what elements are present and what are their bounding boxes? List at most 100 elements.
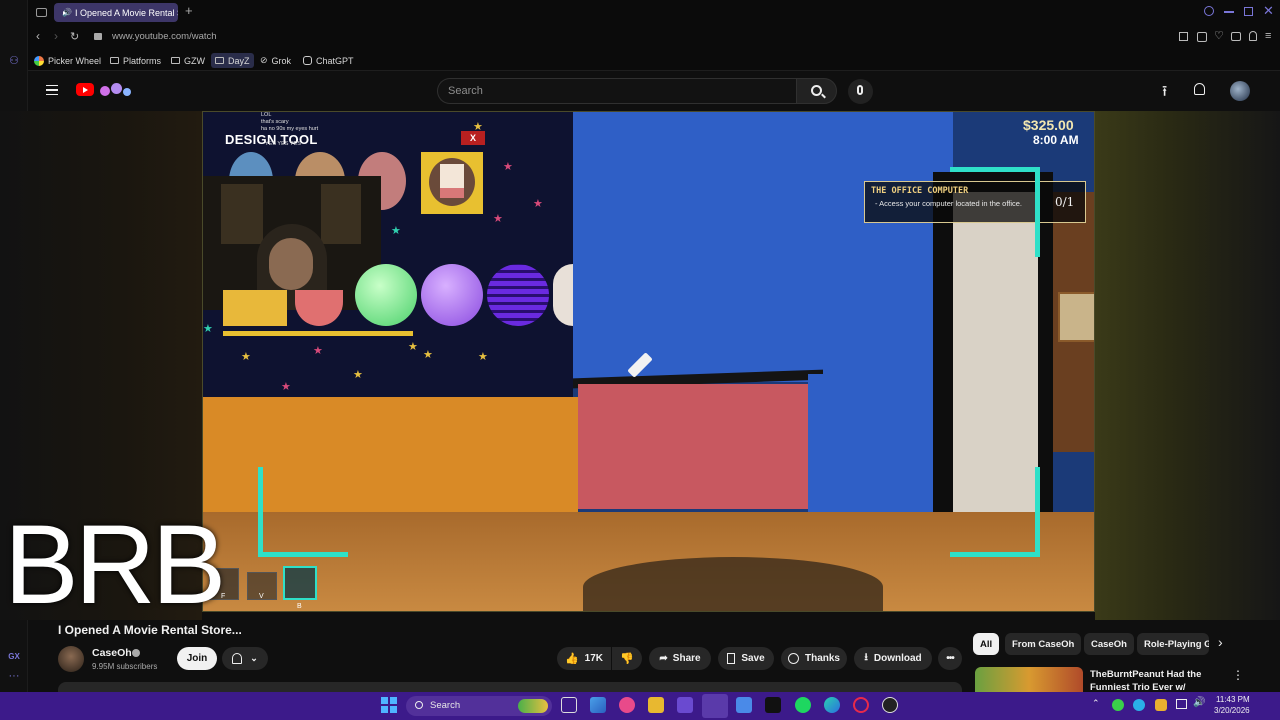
tray-app-icon[interactable] bbox=[1133, 699, 1145, 711]
menu-icon[interactable]: ≡ bbox=[1265, 30, 1271, 42]
picker-wheel-icon bbox=[34, 55, 44, 66]
material-swatch[interactable] bbox=[223, 290, 287, 326]
more-actions-button[interactable]: ••• bbox=[938, 647, 962, 670]
chip-role-playing[interactable]: Role-Playing G bbox=[1137, 633, 1209, 655]
search-input[interactable] bbox=[448, 85, 778, 97]
search-box bbox=[437, 78, 796, 104]
clock-date[interactable]: 3/20/2026 bbox=[1214, 706, 1250, 715]
recommended-title[interactable]: TheBurntPeanut Had the Funniest Trio Eve… bbox=[1090, 668, 1220, 692]
calculator-icon[interactable] bbox=[677, 697, 693, 713]
tray-app-icon[interactable] bbox=[1112, 699, 1124, 711]
minimize-button[interactable] bbox=[1224, 11, 1234, 13]
like-button[interactable]: 👍 17K bbox=[557, 647, 611, 670]
obs-icon[interactable] bbox=[882, 697, 898, 713]
microphone-icon bbox=[857, 85, 863, 95]
notifications-bell-icon[interactable] bbox=[1194, 83, 1205, 95]
spotify-icon[interactable] bbox=[795, 697, 811, 713]
bookmark-gzw[interactable]: GZW bbox=[171, 53, 205, 68]
volume-icon[interactable]: 🔊 bbox=[1193, 697, 1205, 708]
download-icon: ⭳ bbox=[864, 652, 868, 663]
account-avatar[interactable] bbox=[1230, 81, 1250, 101]
hamburger-menu-icon[interactable] bbox=[46, 85, 58, 95]
save-button[interactable]: Save bbox=[718, 647, 774, 670]
profile-icon[interactable] bbox=[1249, 31, 1257, 41]
url-field[interactable]: www.youtube.com/watch bbox=[112, 31, 217, 42]
recommended-more-icon[interactable]: ⋮ bbox=[1232, 668, 1244, 682]
youtube-logo-icon[interactable] bbox=[76, 83, 94, 96]
sidebar-gx-label[interactable]: GX bbox=[0, 652, 28, 661]
tab-title: I Opened A Movie Rental Store bbox=[74, 7, 178, 18]
capcut-icon[interactable] bbox=[765, 697, 781, 713]
channel-name[interactable]: CaseOh bbox=[92, 647, 132, 659]
dislike-button[interactable]: 👎 bbox=[612, 647, 642, 670]
thumbs-down-icon: 👎 bbox=[620, 653, 634, 665]
folder-icon bbox=[215, 57, 224, 64]
share-button[interactable]: ➦ Share bbox=[649, 647, 711, 670]
join-button[interactable]: Join bbox=[177, 647, 217, 670]
bookmark-dayz[interactable]: DayZ bbox=[211, 53, 254, 68]
recommended-thumbnail[interactable] bbox=[975, 667, 1083, 692]
youtube-doodle-icon[interactable] bbox=[98, 82, 134, 98]
hotbar-slot-v[interactable]: V bbox=[247, 572, 277, 600]
terminal-icon-active[interactable] bbox=[702, 694, 728, 718]
adblock-icon[interactable] bbox=[1197, 32, 1207, 42]
search-button[interactable] bbox=[796, 78, 837, 104]
edge-icon[interactable] bbox=[824, 697, 840, 713]
upload-icon[interactable]: ⭱ bbox=[1162, 81, 1167, 106]
chip-caseoh[interactable]: CaseOh bbox=[1084, 633, 1134, 655]
screenshot-icon[interactable] bbox=[1179, 32, 1188, 41]
reload-button[interactable]: ↻ bbox=[70, 30, 79, 43]
system-tray-chevron-icon[interactable]: ⌃ bbox=[1092, 698, 1100, 709]
bookmark-picker-wheel[interactable]: Picker Wheel bbox=[34, 53, 101, 68]
hotbar-slot-b-selected[interactable]: B bbox=[283, 566, 317, 610]
clock-time[interactable]: 11:43 PM bbox=[1216, 695, 1250, 704]
tray-app-icon[interactable] bbox=[1155, 699, 1167, 711]
photos-icon[interactable] bbox=[590, 697, 606, 713]
material-swatch[interactable] bbox=[355, 264, 417, 326]
sidebar-ai-icon[interactable]: ⚇ bbox=[0, 54, 28, 67]
tab-youtube-active[interactable]: 🔊 I Opened A Movie Rental Store bbox=[54, 3, 178, 22]
new-tab-button[interactable]: + bbox=[185, 3, 193, 18]
material-swatch[interactable] bbox=[553, 264, 573, 326]
notepad-icon[interactable] bbox=[736, 697, 752, 713]
opera-icon[interactable] bbox=[853, 697, 869, 713]
forward-button[interactable]: › bbox=[54, 29, 58, 43]
bookmark-platforms[interactable]: Platforms bbox=[110, 53, 161, 68]
design-tool-close-button[interactable]: X bbox=[461, 131, 485, 145]
chat-line: LOL bbox=[261, 112, 272, 118]
subscribe-bell-button[interactable]: ⌄ bbox=[222, 647, 268, 670]
material-swatch-selected[interactable] bbox=[421, 152, 483, 214]
heart-icon[interactable]: ♡ bbox=[1214, 29, 1224, 42]
folder-icon bbox=[110, 57, 119, 64]
sidebar-more-icon[interactable]: ··· bbox=[0, 670, 28, 682]
maximize-button[interactable] bbox=[1244, 7, 1253, 16]
more-horizontal-icon: ••• bbox=[946, 653, 954, 664]
taskbar-search[interactable]: Search bbox=[406, 696, 552, 716]
bookmark-chatgpt[interactable]: ChatGPT bbox=[303, 53, 354, 68]
download-button[interactable]: ⭳ Download bbox=[854, 647, 932, 670]
opera-gx-icon[interactable] bbox=[619, 697, 635, 713]
wallet-icon[interactable] bbox=[1231, 32, 1241, 41]
bell-icon bbox=[232, 653, 243, 664]
material-swatch[interactable] bbox=[421, 264, 483, 326]
channel-avatar[interactable] bbox=[58, 646, 84, 672]
chip-from-caseoh[interactable]: From CaseOh bbox=[1005, 633, 1082, 655]
chip-all[interactable]: All bbox=[973, 633, 1000, 655]
file-explorer-icon[interactable] bbox=[648, 697, 664, 713]
video-player[interactable]: ★ ★ ★ ★ ★ ★ ★ ★ ★ ★ ★ ★ ★ $325.00 8:00 A… bbox=[202, 111, 1095, 612]
search-icon bbox=[415, 701, 423, 709]
material-swatch[interactable] bbox=[487, 264, 549, 326]
lock-icon[interactable] bbox=[94, 33, 102, 40]
back-button[interactable]: ‹ bbox=[36, 29, 40, 43]
network-icon[interactable] bbox=[1176, 699, 1187, 709]
folder-icon bbox=[171, 57, 180, 64]
chevron-right-icon[interactable]: › bbox=[1218, 634, 1223, 650]
task-view-icon[interactable] bbox=[561, 697, 577, 713]
search-tabs-icon[interactable] bbox=[1204, 6, 1214, 16]
thanks-button[interactable]: Thanks bbox=[781, 647, 847, 670]
close-window-button[interactable]: ✕ bbox=[1263, 3, 1274, 19]
bookmark-grok[interactable]: ⊘ Grok bbox=[260, 53, 291, 68]
voice-search-button[interactable] bbox=[848, 79, 873, 104]
windows-start-icon[interactable] bbox=[381, 697, 397, 713]
tab-menu-icon[interactable] bbox=[36, 8, 47, 17]
